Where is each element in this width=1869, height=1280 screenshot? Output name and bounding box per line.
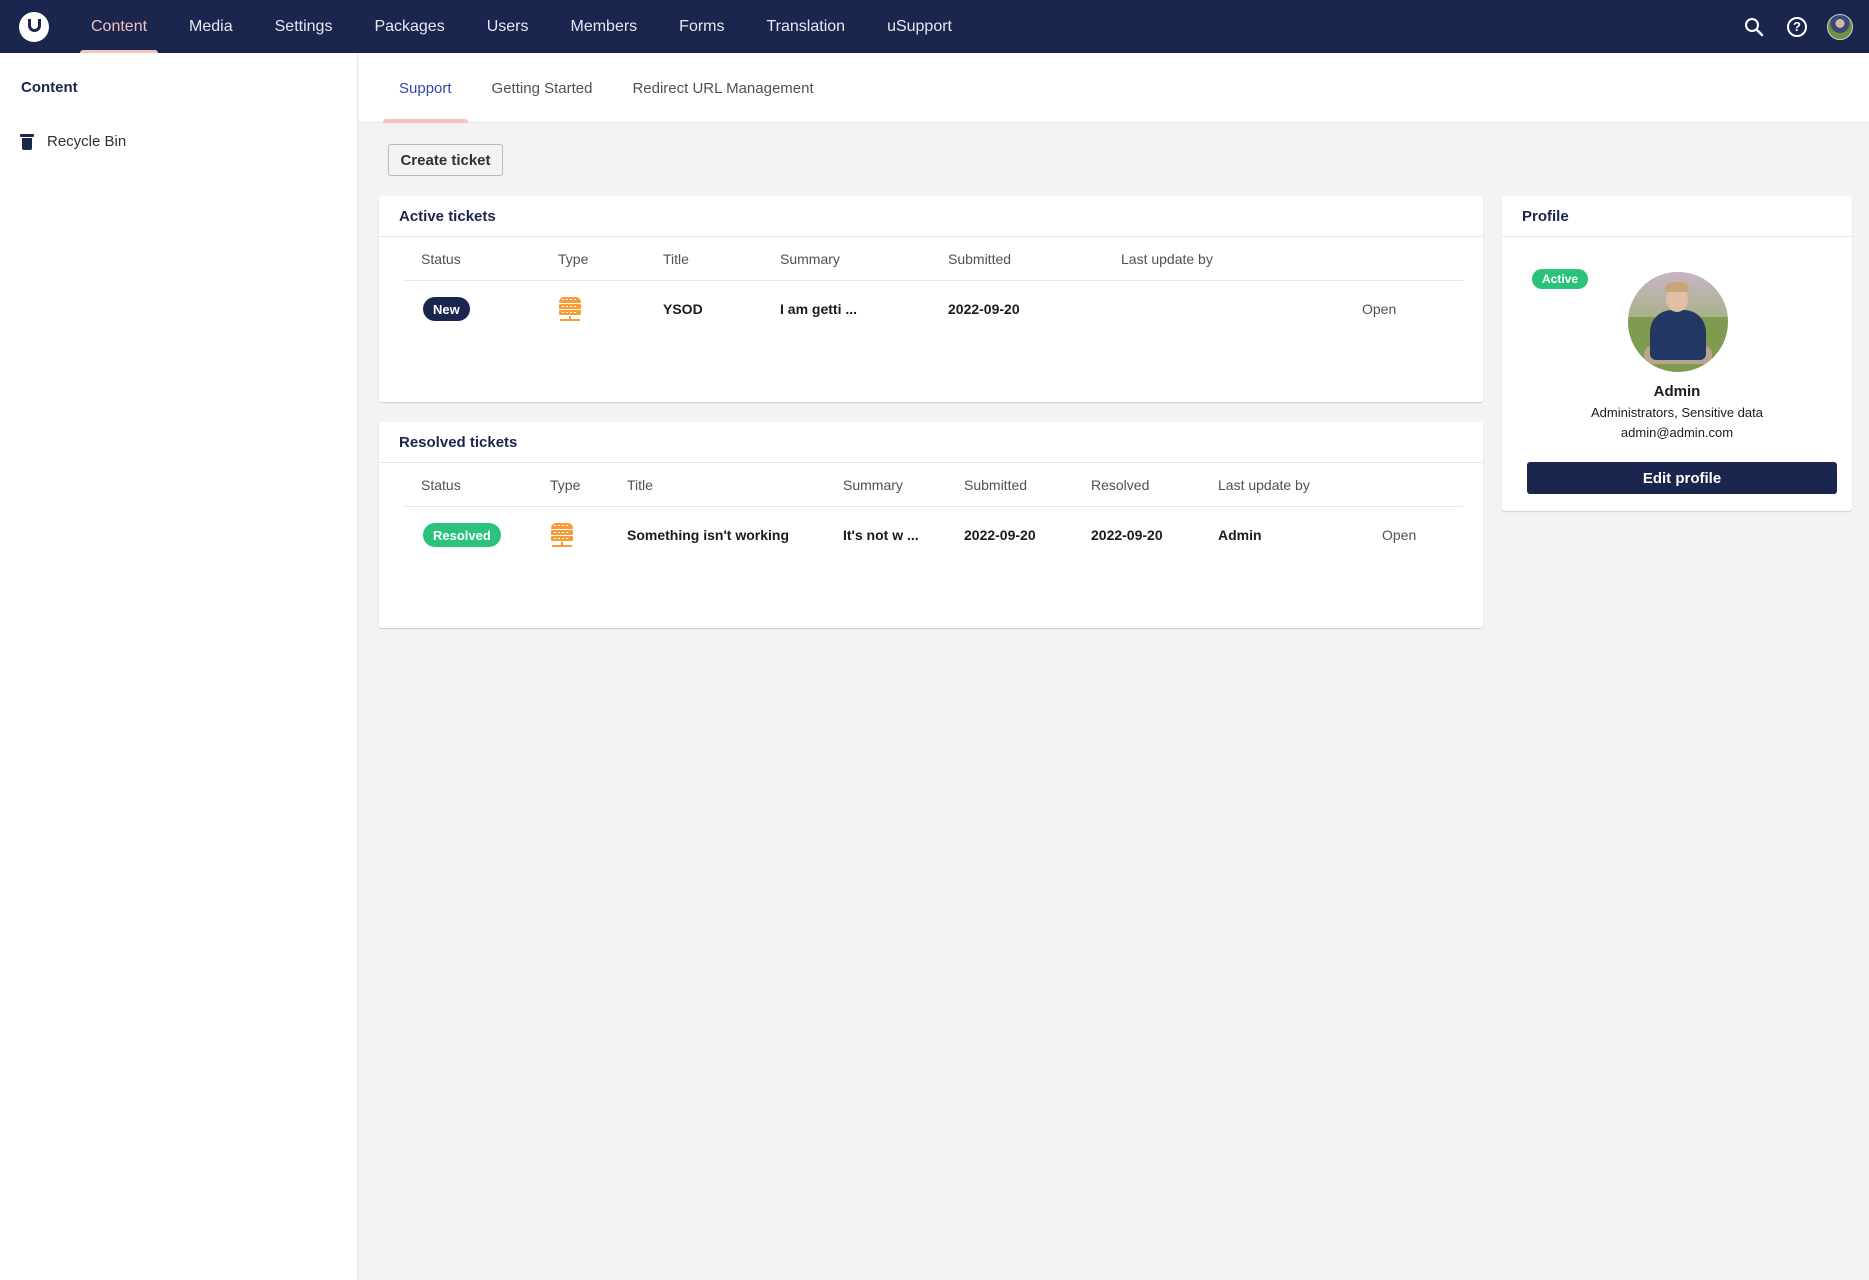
nav-item-usupport[interactable]: uSupport bbox=[866, 0, 973, 53]
column-header: Last update by bbox=[1121, 250, 1213, 267]
table-header: Status Type Title Summary Submitted Reso… bbox=[403, 463, 1463, 507]
column-header: Status bbox=[421, 476, 461, 493]
tab-redirect-url-management[interactable]: Redirect URL Management bbox=[616, 53, 829, 123]
top-right-tools: ? bbox=[1741, 0, 1853, 53]
column-header: Title bbox=[663, 250, 689, 267]
column-header: Title bbox=[627, 476, 653, 493]
ticket-summary: It's not w ... bbox=[843, 527, 919, 543]
table-header: Status Type Title Summary Submitted Last… bbox=[403, 237, 1463, 281]
create-ticket-button[interactable]: Create ticket bbox=[388, 144, 503, 176]
tab-getting-started[interactable]: Getting Started bbox=[476, 53, 609, 123]
nav-item-translation[interactable]: Translation bbox=[746, 0, 867, 53]
open-ticket-link[interactable]: Open bbox=[1382, 527, 1416, 543]
column-header: Summary bbox=[780, 250, 840, 267]
top-navigation: Content Media Settings Packages Users Me… bbox=[0, 0, 1869, 53]
status-badge: Resolved bbox=[423, 523, 501, 547]
ticket-resolved: 2022-09-20 bbox=[1091, 527, 1163, 543]
column-header: Type bbox=[558, 250, 589, 267]
active-tickets-panel: Active tickets Status Type Title Summary… bbox=[379, 196, 1483, 402]
column-header: Type bbox=[550, 476, 581, 493]
table-row[interactable]: Resolved Something isn't working It's no… bbox=[403, 508, 1463, 562]
profile-name: Admin bbox=[1653, 383, 1701, 400]
profile-body: Active Admin Administrators, Sensitive d… bbox=[1502, 237, 1852, 513]
column-header: Status bbox=[421, 250, 461, 267]
profile-panel: Profile Active Admin Administrators, Sen… bbox=[1502, 196, 1852, 511]
nav-item-members[interactable]: Members bbox=[549, 0, 658, 53]
trash-icon bbox=[20, 133, 34, 150]
user-avatar[interactable] bbox=[1827, 13, 1853, 40]
dashboard-tabs: Support Getting Started Redirect URL Man… bbox=[359, 53, 1869, 123]
column-header: Submitted bbox=[964, 476, 1028, 493]
panel-title: Active tickets bbox=[379, 196, 1483, 237]
server-icon bbox=[558, 297, 582, 321]
panel-title: Resolved tickets bbox=[379, 422, 1483, 463]
profile-groups: Administrators, Sensitive data bbox=[1591, 405, 1763, 420]
ticket-submitted: 2022-09-20 bbox=[948, 301, 1020, 317]
help-icon[interactable]: ? bbox=[1784, 14, 1810, 40]
server-icon bbox=[550, 523, 574, 547]
nav-item-packages[interactable]: Packages bbox=[353, 0, 465, 53]
column-header: Summary bbox=[843, 476, 903, 493]
tab-support[interactable]: Support bbox=[383, 53, 468, 123]
status-badge: Active bbox=[1532, 269, 1589, 289]
nav-item-settings[interactable]: Settings bbox=[254, 0, 354, 53]
content-tree-sidebar: Content Recycle Bin bbox=[0, 53, 358, 1280]
nav-item-users[interactable]: Users bbox=[466, 0, 550, 53]
nav-item-forms[interactable]: Forms bbox=[658, 0, 745, 53]
table-row[interactable]: New YSOD I am getti ... 2022-09-20 Open bbox=[403, 282, 1463, 336]
search-icon[interactable] bbox=[1741, 14, 1767, 40]
edit-profile-button[interactable]: Edit profile bbox=[1527, 462, 1837, 494]
column-header: Submitted bbox=[948, 250, 1012, 267]
nav-item-media[interactable]: Media bbox=[168, 0, 254, 53]
panel-title: Profile bbox=[1502, 196, 1852, 237]
column-header: Resolved bbox=[1091, 476, 1150, 493]
sidebar-title[interactable]: Content bbox=[21, 79, 78, 96]
ticket-summary: I am getti ... bbox=[780, 301, 858, 317]
sidebar-item-label: Recycle Bin bbox=[47, 133, 127, 150]
column-header: Last update by bbox=[1218, 476, 1310, 493]
nav-item-content[interactable]: Content bbox=[70, 0, 168, 53]
ticket-submitted: 2022-09-20 bbox=[964, 527, 1036, 543]
ticket-title: Something isn't working bbox=[627, 527, 789, 543]
status-badge: New bbox=[423, 297, 470, 321]
profile-avatar bbox=[1628, 272, 1728, 372]
resolved-tickets-panel: Resolved tickets Status Type Title Summa… bbox=[379, 422, 1483, 628]
umbraco-logo-icon[interactable] bbox=[19, 11, 49, 42]
ticket-last-update-by: Admin bbox=[1218, 527, 1262, 543]
sidebar-item-recycle-bin[interactable]: Recycle Bin bbox=[20, 133, 127, 150]
open-ticket-link[interactable]: Open bbox=[1362, 301, 1396, 317]
profile-email: admin@admin.com bbox=[1620, 425, 1734, 440]
ticket-title: YSOD bbox=[663, 301, 703, 317]
